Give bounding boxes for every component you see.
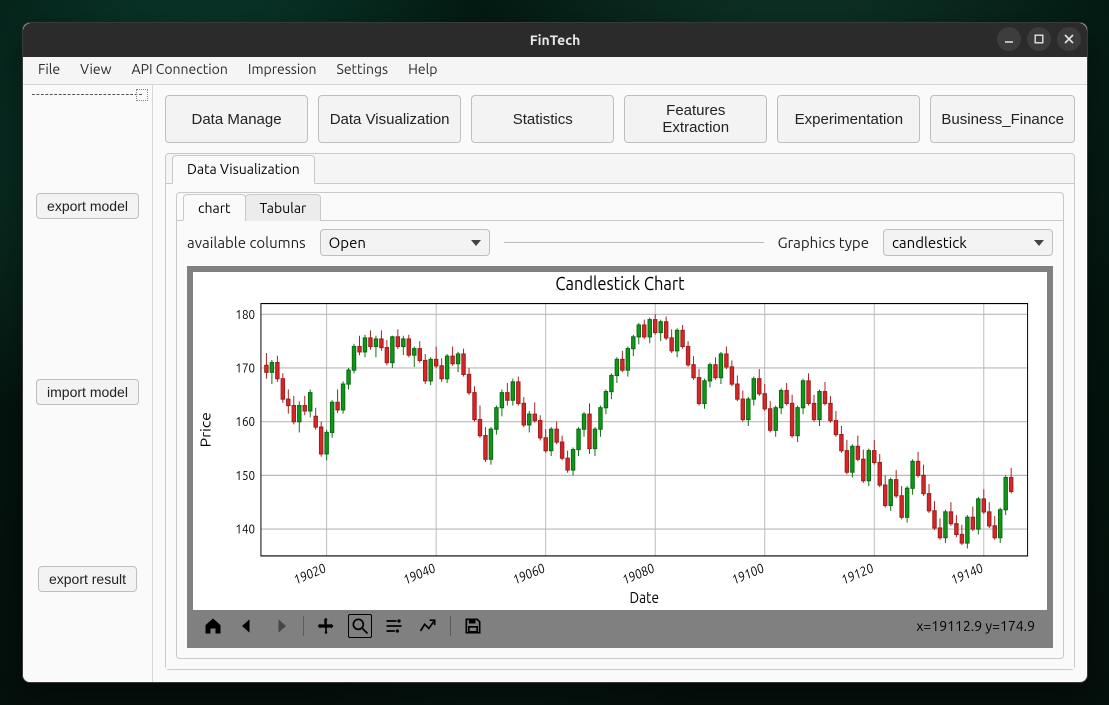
- svg-text:19140: 19140: [949, 561, 984, 588]
- maximize-button[interactable]: [1027, 27, 1051, 51]
- svg-text:150: 150: [235, 468, 255, 483]
- tab-tabular[interactable]: Tabular: [245, 194, 322, 221]
- chart-container: Candlestick Chart 140 150 160 170 180 19020 190…: [187, 266, 1053, 648]
- chevron-down-icon: [1034, 240, 1044, 246]
- svg-text:19060: 19060: [511, 561, 546, 588]
- btn-experimentation[interactable]: Experimentation: [777, 95, 920, 143]
- zoom-icon[interactable]: [348, 614, 372, 638]
- chart-toolbar: x=19112.9 y=174.9: [193, 610, 1047, 642]
- graphics-type-value: candlestick: [892, 234, 967, 251]
- btn-features-extraction[interactable]: Features Extraction: [624, 95, 767, 143]
- btn-business-finance[interactable]: Business_Finance: [930, 95, 1075, 143]
- side-panel: ------------------------- export model i…: [23, 85, 153, 682]
- primary-toolbar: Data Manage Data Visualization Statistic…: [165, 95, 1075, 143]
- tab-chart[interactable]: chart: [183, 194, 246, 221]
- main-tabcontent: chart Tabular available columns Open: [166, 184, 1074, 669]
- sub-tabcontent: available columns Open Graphics type can…: [177, 221, 1063, 658]
- graphics-type-select[interactable]: candlestick: [883, 229, 1053, 256]
- svg-text:180: 180: [235, 307, 255, 322]
- main-tabgroup: Data Visualization chart Tabular availab…: [165, 153, 1075, 670]
- menu-help[interactable]: Help: [399, 57, 446, 84]
- chart-controls: available columns Open Graphics type can…: [187, 229, 1053, 256]
- svg-text:19040: 19040: [402, 561, 437, 588]
- menubar: File View API Connection Impression Sett…: [23, 57, 1087, 85]
- menu-file[interactable]: File: [29, 57, 69, 84]
- btn-data-manage[interactable]: Data Manage: [165, 95, 308, 143]
- svg-text:170: 170: [235, 361, 255, 376]
- btn-statistics[interactable]: Statistics: [471, 95, 614, 143]
- available-columns-value: Open: [329, 234, 366, 251]
- graphics-type-label: Graphics type: [778, 234, 869, 251]
- svg-text:19120: 19120: [840, 561, 875, 588]
- menu-api[interactable]: API Connection: [123, 57, 237, 84]
- window-buttons: [997, 27, 1081, 51]
- separator: [450, 616, 451, 636]
- main-tabbar: Data Visualization: [166, 154, 1074, 184]
- export-model-button[interactable]: export model: [36, 193, 139, 219]
- svg-text:19020: 19020: [292, 561, 327, 588]
- export-result-button[interactable]: export result: [38, 566, 137, 592]
- available-columns-label: available columns: [187, 234, 306, 251]
- titlebar: FinTech: [23, 23, 1087, 57]
- divider: [504, 242, 764, 243]
- back-icon[interactable]: [235, 614, 259, 638]
- available-columns-select[interactable]: Open: [320, 229, 490, 256]
- sub-tabbar: chart Tabular: [177, 193, 1063, 221]
- close-button[interactable]: [1057, 27, 1081, 51]
- window-title: FinTech: [530, 32, 581, 48]
- svg-text:19080: 19080: [621, 561, 656, 588]
- menu-impression[interactable]: Impression: [239, 57, 326, 84]
- main-panel: Data Manage Data Visualization Statistic…: [153, 85, 1087, 682]
- chart-canvas[interactable]: Candlestick Chart 140 150 160 170 180 19020 190…: [193, 272, 1047, 610]
- svg-text:Candlestick Chart: Candlestick Chart: [555, 273, 684, 294]
- save-icon[interactable]: [461, 614, 485, 638]
- chevron-down-icon: [471, 240, 481, 246]
- separator: [303, 616, 304, 636]
- side-divider: -------------------------: [32, 85, 144, 104]
- detach-icon[interactable]: [136, 89, 148, 101]
- body: ------------------------- export model i…: [23, 85, 1087, 682]
- home-icon[interactable]: [201, 614, 225, 638]
- edit-icon[interactable]: [416, 614, 440, 638]
- svg-text:19100: 19100: [730, 561, 765, 588]
- app-window: FinTech File View API Connection Impress…: [22, 22, 1088, 683]
- btn-data-visualization[interactable]: Data Visualization: [318, 95, 461, 143]
- cursor-coords: x=19112.9 y=174.9: [916, 618, 1039, 634]
- svg-text:140: 140: [235, 522, 255, 537]
- svg-text:Date: Date: [630, 588, 659, 606]
- sub-tabgroup: chart Tabular available columns Open: [176, 192, 1064, 659]
- import-model-button[interactable]: import model: [36, 379, 139, 405]
- tab-data-visualization[interactable]: Data Visualization: [172, 155, 315, 184]
- pan-icon[interactable]: [314, 614, 338, 638]
- menu-settings[interactable]: Settings: [327, 57, 397, 84]
- minimize-button[interactable]: [997, 27, 1021, 51]
- svg-text:Price: Price: [198, 412, 214, 447]
- menu-view[interactable]: View: [71, 57, 120, 84]
- forward-icon[interactable]: [269, 614, 293, 638]
- subplots-icon[interactable]: [382, 614, 406, 638]
- svg-text:160: 160: [235, 414, 255, 429]
